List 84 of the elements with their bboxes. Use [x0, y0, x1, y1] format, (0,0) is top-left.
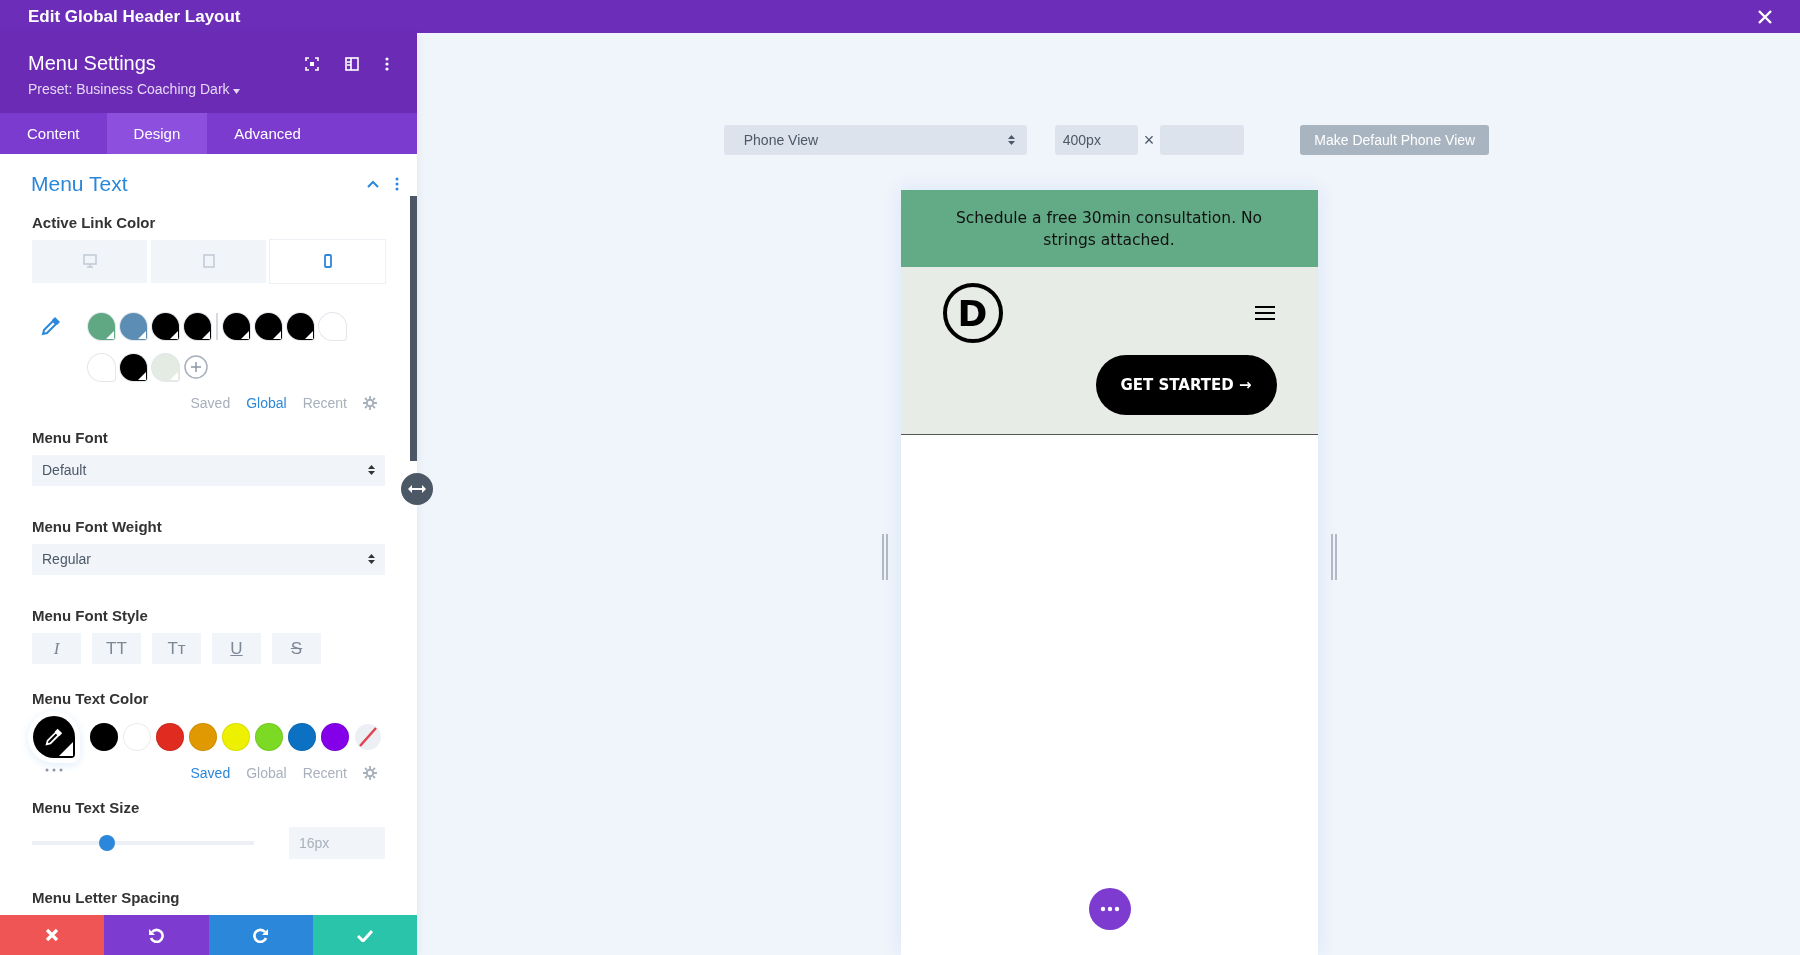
field-label: Menu Font Weight	[32, 517, 162, 535]
layout-icon[interactable]	[345, 56, 359, 71]
color-swatch[interactable]	[255, 723, 283, 751]
font-style-button[interactable]: TT	[92, 633, 141, 664]
panel-title: Menu Settings	[28, 52, 156, 75]
palette-tab[interactable]: Recent	[302, 394, 347, 411]
menu-icon[interactable]	[1253, 305, 1276, 321]
color-swatch[interactable]	[287, 312, 314, 340]
palette-tab[interactable]: Saved	[190, 765, 231, 781]
color-swatch[interactable]	[184, 312, 211, 340]
font-select[interactable]: Default	[32, 454, 385, 486]
color-swatch[interactable]	[288, 723, 316, 751]
focus-icon[interactable]	[305, 56, 319, 71]
redo-button[interactable]	[208, 915, 313, 955]
view-select[interactable]: Phone View	[723, 125, 1027, 155]
settings-icon[interactable]	[363, 395, 377, 410]
color-swatch[interactable]	[152, 312, 179, 340]
color-swatch[interactable]	[223, 312, 250, 340]
get-started-button[interactable]: GET STARTED →	[1095, 355, 1277, 415]
caret-icon	[233, 89, 241, 94]
drag-handle[interactable]	[1329, 534, 1338, 580]
field-label: Menu Letter Spacing	[32, 889, 180, 906]
panel-tab[interactable]: Advanced	[207, 113, 328, 154]
color-swatch[interactable]	[189, 723, 217, 751]
field-label: Menu Text Size	[32, 799, 140, 816]
section-title[interactable]: Menu Text	[31, 172, 351, 196]
sort-arrows-icon	[368, 553, 375, 566]
tablet-icon	[202, 254, 215, 269]
color-swatch[interactable]	[222, 723, 250, 751]
font-style-button[interactable]: U	[212, 633, 261, 664]
phone-icon	[323, 254, 332, 269]
logo[interactable]: D	[942, 283, 1003, 343]
scrollbar[interactable]	[410, 196, 417, 461]
panel-tab[interactable]: Design	[106, 113, 208, 154]
discard-button[interactable]	[0, 915, 105, 955]
field-label: Menu Text Color	[32, 690, 149, 707]
color-swatch[interactable]	[88, 353, 115, 381]
times-sign: ×	[1143, 129, 1155, 151]
palette-tab[interactable]: Global	[246, 765, 287, 781]
color-swatch[interactable]	[156, 723, 184, 751]
color-swatch[interactable]	[255, 312, 282, 340]
drag-handle[interactable]	[880, 534, 889, 580]
color-swatch[interactable]	[88, 312, 115, 340]
settings-icon[interactable]	[363, 766, 377, 780]
color-swatch[interactable]	[152, 353, 179, 381]
close-icon[interactable]	[1758, 9, 1772, 24]
resize-handle[interactable]	[401, 473, 433, 505]
font-style-button[interactable]: Tᴛ	[152, 633, 201, 664]
font-style-button[interactable]: S	[272, 633, 321, 664]
font-style-button[interactable]: I	[32, 633, 81, 664]
color-swatch[interactable]	[319, 312, 346, 340]
more-button[interactable]	[1088, 888, 1131, 930]
sort-arrows-icon	[1007, 134, 1015, 146]
check-icon	[356, 928, 373, 942]
make-default-button[interactable]: Make Default Phone View	[1300, 125, 1490, 155]
preset-dropdown[interactable]: Preset: Business Coaching Dark	[28, 81, 241, 97]
undo-icon	[148, 927, 165, 943]
width-input[interactable]: 400px	[1054, 125, 1138, 155]
redo-icon	[252, 927, 269, 943]
panel-tab[interactable]: Content	[0, 113, 107, 154]
window-title: Edit Global Header Layout	[28, 6, 241, 27]
desktop-icon	[82, 254, 97, 269]
sort-arrows-icon	[368, 464, 375, 477]
eyedropper-icon[interactable]	[40, 314, 62, 337]
more-icon[interactable]	[395, 177, 399, 191]
chevron-icon[interactable]	[367, 180, 379, 188]
color-swatch[interactable]	[90, 723, 118, 751]
undo-button[interactable]	[104, 915, 209, 955]
color-swatch[interactable]	[120, 353, 147, 381]
size-input[interactable]: 16px	[289, 827, 385, 859]
field-label: Active Link Color	[32, 214, 156, 231]
field-label: Menu Font Style	[32, 607, 148, 624]
palette-tab[interactable]: Saved	[190, 394, 231, 411]
close-icon	[45, 928, 60, 942]
palette-tab[interactable]: Recent	[302, 765, 347, 781]
more-icon[interactable]	[385, 56, 389, 71]
color-swatch[interactable]	[120, 312, 147, 340]
color-swatch[interactable]	[321, 723, 349, 751]
palette-tab[interactable]: Global	[246, 394, 287, 411]
add-color-icon[interactable]	[184, 355, 208, 380]
no-color-swatch[interactable]	[354, 723, 382, 751]
field-label: Menu Font	[32, 428, 108, 446]
font-weight-select[interactable]: Regular	[32, 543, 385, 575]
banner-text: Schedule a free 30min consultation. No strings attached.	[954, 207, 1264, 251]
